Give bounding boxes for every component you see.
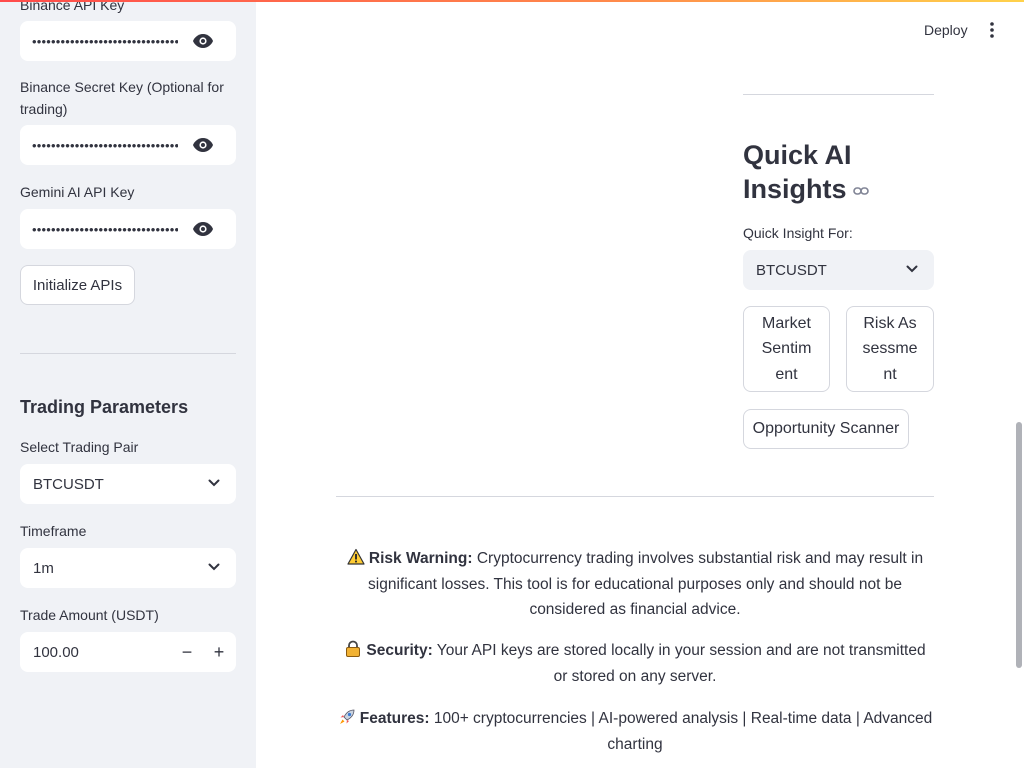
features-text: 100+ cryptocurrencies | AI-powered analy… [433,710,933,753]
warning-icon [347,548,365,565]
market-sentiment-button[interactable]: Market Sentiment [743,306,830,392]
risk-warning-label: Risk Warning: [368,550,473,567]
chevron-down-icon [208,563,220,571]
gemini-api-key-label: Gemini AI API Key [20,184,135,200]
increment-button[interactable]: + [207,640,231,664]
timeframe-select[interactable]: 1m [20,548,236,588]
decrement-button[interactable]: − [175,640,199,664]
timeframe-label: Timeframe [20,523,87,539]
trading-parameters-heading: Trading Parameters [20,397,189,417]
quick-insight-label: Quick Insight For: [743,225,853,241]
eye-icon[interactable] [192,221,214,237]
risk-assessment-button[interactable]: Risk Assessment [846,306,934,392]
features-notice: Features: 100+ cryptocurrencies | AI-pow… [336,706,934,757]
security-notice: Security: Your API keys are stored local… [336,638,934,689]
security-text: Your API keys are stored locally in your… [436,642,926,685]
lock-icon [346,640,361,657]
initialize-apis-button[interactable]: Initialize APIs [20,265,135,305]
trade-amount-input[interactable]: 100.00 − + [20,632,236,672]
sidebar: Binance API Key ••••••••••••••••••••••••… [0,0,256,768]
eye-icon[interactable] [192,137,214,153]
binance-secret-key-value: •••••••••••••••••••••••••••••••••••• [32,137,178,153]
section-divider [743,94,934,95]
deploy-button[interactable]: Deploy [916,20,976,40]
trading-pair-select[interactable]: BTCUSDT [20,464,236,504]
risk-warning-notice: Risk Warning: Cryptocurrency trading inv… [336,546,934,623]
binance-secret-key-label: Binance Secret Key (Optional for trading… [20,79,224,117]
chevron-down-icon [208,479,220,487]
trading-pair-label: Select Trading Pair [20,439,139,455]
rocket-icon [339,709,355,724]
link-icon[interactable] [852,186,869,196]
trading-pair-value: BTCUSDT [33,475,104,493]
gemini-api-key-value: •••••••••••••••••••••••••••••••••••• [32,221,178,237]
features-label: Features: [359,710,430,727]
top-decoration-bar [0,0,1024,2]
eye-icon[interactable] [192,33,214,49]
chevron-down-icon [906,265,918,273]
gemini-api-key-field[interactable]: •••••••••••••••••••••••••••••••••••• [20,209,236,249]
quick-ai-insights-title: Quick AI Insights [743,138,943,206]
more-vertical-icon[interactable] [988,21,996,39]
scrollbar[interactable] [1016,422,1022,668]
binance-api-key-label: Binance API Key [20,0,125,13]
opportunity-scanner-button[interactable]: Opportunity Scanner [743,409,909,449]
timeframe-value: 1m [33,559,54,577]
binance-secret-key-field[interactable]: •••••••••••••••••••••••••••••••••••• [20,125,236,165]
quick-insight-value: BTCUSDT [756,261,827,279]
security-label: Security: [366,642,433,659]
binance-api-key-value: •••••••••••••••••••••••••••••••••••• [32,33,178,49]
quick-insight-select[interactable]: BTCUSDT [743,250,934,290]
sidebar-divider [20,353,236,354]
binance-api-key-field[interactable]: •••••••••••••••••••••••••••••••••••• [20,21,236,61]
trade-amount-value: 100.00 [33,643,79,661]
footer-divider [336,496,934,497]
trade-amount-label: Trade Amount (USDT) [20,607,159,623]
quick-ai-insights-heading: Quick AI Insights [743,140,852,204]
